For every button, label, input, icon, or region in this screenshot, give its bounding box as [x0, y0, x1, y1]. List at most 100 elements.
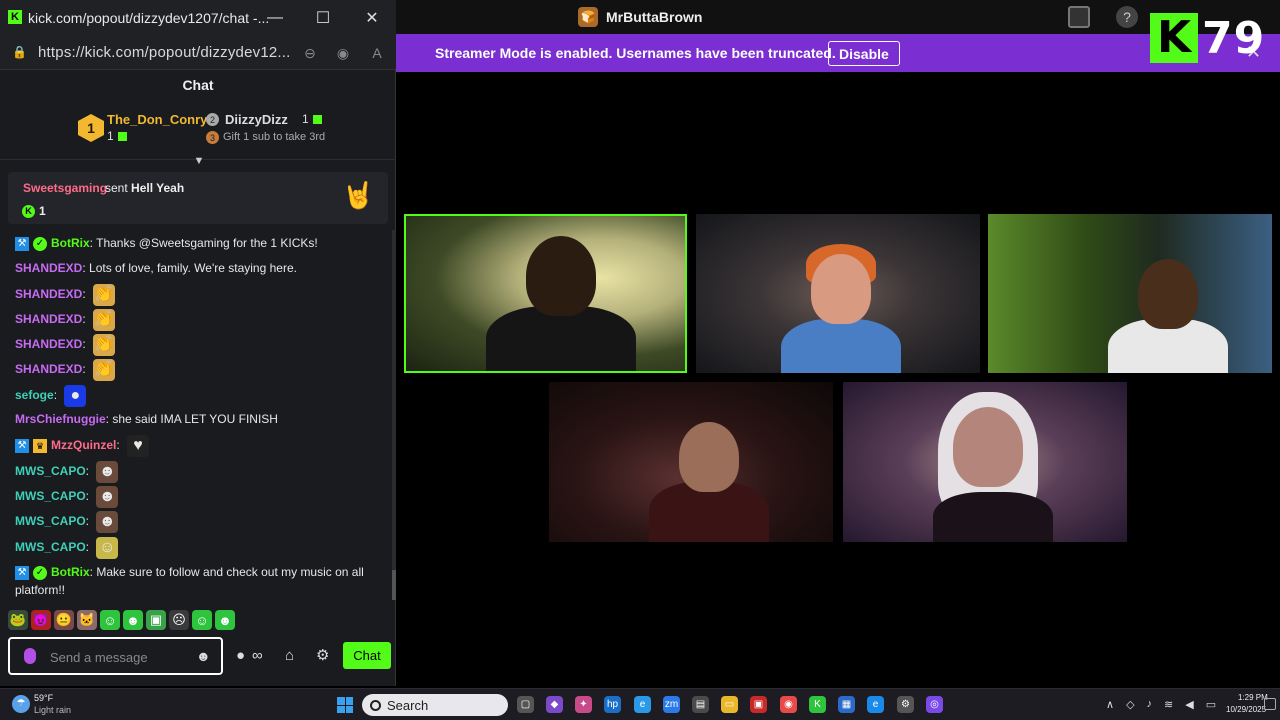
emote-green-tongue-icon[interactable]: ☻	[215, 610, 235, 630]
chat-username[interactable]: SHANDEXD	[15, 362, 82, 376]
edge-browser-icon[interactable]: e	[867, 696, 884, 713]
copilot-icon[interactable]: ✦	[575, 696, 592, 713]
face-emote-icon[interactable]: ☻	[96, 511, 119, 533]
video-tile[interactable]	[549, 382, 833, 542]
settings-gear-icon[interactable]: ⚙	[316, 645, 329, 665]
blue-orb-emote-icon[interactable]: ●	[64, 385, 87, 407]
cat-emote-icon[interactable]: ☺	[96, 537, 119, 559]
taskbar-search[interactable]: Search	[362, 694, 508, 716]
chat-username[interactable]: SHANDEXD	[15, 312, 82, 326]
address-bar[interactable]: 🔒 https://kick.com/popout/dizzydev12... …	[0, 35, 396, 70]
chat-scrollbar[interactable]	[392, 230, 396, 600]
clock-date[interactable]: 10/29/2025	[1226, 705, 1266, 714]
chat-username[interactable]: MWS_CAPO	[15, 514, 86, 528]
chat-username[interactable]: sefoge	[15, 388, 54, 402]
volume-icon[interactable]: ◀	[1185, 698, 1193, 711]
face-emote-icon[interactable]: ☻	[96, 461, 119, 483]
task-view-icon[interactable]: ▢	[517, 696, 534, 713]
chat-username[interactable]: MrsChiefnuggie	[15, 412, 106, 426]
chevron-up-icon[interactable]: ∧	[1106, 698, 1114, 711]
disable-button[interactable]: Disable	[828, 41, 900, 66]
edge-beta-icon[interactable]: e	[634, 696, 651, 713]
video-tile[interactable]	[696, 214, 980, 373]
microphone-icon[interactable]	[24, 648, 36, 664]
video-tile[interactable]	[988, 214, 1272, 373]
chat-separator: :	[82, 287, 90, 302]
chat-username[interactable]: BotRix	[51, 236, 90, 250]
zoom-icon[interactable]: ⊖	[300, 43, 320, 63]
read-aloud-icon[interactable]: A	[367, 43, 387, 63]
face-emote-icon[interactable]: ☻	[96, 486, 119, 508]
collapse-icon[interactable]: ▼	[192, 155, 206, 169]
lock-icon[interactable]: 🔒	[12, 45, 27, 59]
video-tile[interactable]	[404, 214, 687, 373]
emoji-icon[interactable]: ☻	[196, 648, 212, 664]
notification-icon[interactable]	[1264, 698, 1276, 710]
rank-3-prompt[interactable]: Gift 1 sub to take 3rd	[223, 131, 325, 143]
weather-rain-icon[interactable]: ☂	[12, 695, 30, 713]
clap-emote-icon[interactable]: 👏	[93, 334, 116, 356]
scroll-thumb[interactable]	[392, 570, 396, 600]
kick-app-icon[interactable]: K	[809, 696, 826, 713]
emote-cat-icon[interactable]: 🐱	[77, 610, 97, 630]
gift-icon	[312, 115, 322, 125]
maximize-button[interactable]: ☐	[300, 0, 346, 35]
send-chat-button[interactable]: Chat	[343, 642, 391, 669]
search-label: Search	[387, 697, 429, 713]
gift-icon[interactable]: ⌂	[285, 645, 294, 665]
discord-icon[interactable]: ◎	[926, 696, 943, 713]
close-window-button[interactable]: ✕	[349, 0, 395, 35]
emote-glasses-icon[interactable]: ☹	[169, 610, 189, 630]
weather-condition[interactable]: Light rain	[34, 705, 71, 715]
minimize-button[interactable]: —	[252, 0, 298, 35]
pinned-user[interactable]: Sweetsgaming	[23, 181, 107, 195]
hp-icon[interactable]: hp	[604, 696, 621, 713]
message-input-box[interactable]: ☻	[8, 637, 223, 675]
widgets-icon[interactable]: ◆	[546, 696, 563, 713]
chat-username[interactable]: MWS_CAPO	[15, 489, 86, 503]
emote-frog-icon[interactable]: 🐸	[8, 610, 28, 630]
bot-badge-icon: ⚒	[15, 439, 29, 453]
url-text[interactable]: https://kick.com/popout/dizzydev12...	[38, 35, 291, 70]
chat-username[interactable]: MzzQuinzel	[51, 438, 116, 452]
help-icon[interactable]: ?	[1116, 6, 1138, 28]
settings-app-icon[interactable]: ⚙	[897, 696, 914, 713]
chat-username[interactable]: SHANDEXD	[15, 287, 82, 301]
store-icon[interactable]: ▤	[692, 696, 709, 713]
weather-temperature[interactable]: 59°F	[34, 693, 53, 703]
emote-green-laugh-icon[interactable]: ☻	[123, 610, 143, 630]
kicks-icon[interactable]: ●	[236, 645, 245, 665]
mic-tray-icon[interactable]: ♪	[1147, 698, 1153, 711]
leader-1-name[interactable]: The_Don_Conry	[107, 112, 207, 127]
app-icon[interactable]: ▣	[750, 696, 767, 713]
zoom-app-icon[interactable]: zm	[663, 696, 680, 713]
network-icon[interactable]: ◇	[1126, 698, 1134, 711]
chat-username[interactable]: MWS_CAPO	[15, 540, 86, 554]
chat-username[interactable]: SHANDEXD	[15, 261, 82, 275]
theater-mode-icon[interactable]	[1068, 6, 1090, 28]
emote-devil-icon[interactable]: 😈	[31, 610, 51, 630]
tracking-prevention-icon[interactable]: ◉	[333, 43, 353, 63]
maps-pin-icon[interactable]: ◉	[780, 696, 797, 713]
infinity-icon[interactable]: ∞	[252, 645, 263, 665]
chat-username[interactable]: MWS_CAPO	[15, 464, 86, 478]
chat-username[interactable]: SHANDEXD	[15, 337, 82, 351]
emote-face-icon[interactable]: 😐	[54, 610, 74, 630]
video-tile[interactable]	[843, 382, 1127, 542]
clap-emote-icon[interactable]: 👏	[93, 284, 116, 306]
wifi-icon[interactable]: ≋	[1164, 698, 1173, 711]
emote-green-wink-icon[interactable]: ☺	[192, 610, 212, 630]
message-input[interactable]	[50, 645, 190, 669]
heart-emote-icon[interactable]: ♥	[127, 435, 150, 457]
clap-emote-icon[interactable]: 👏	[93, 309, 116, 331]
kick-overlay: K 79	[1150, 8, 1280, 68]
emote-green-smile-icon[interactable]: ☺	[100, 610, 120, 630]
battery-icon[interactable]: ▭	[1206, 698, 1216, 711]
leader-2-name[interactable]: DiizzyDizz	[225, 112, 288, 127]
chat-username[interactable]: BotRix	[51, 565, 90, 579]
file-explorer-icon[interactable]: ▭	[721, 696, 738, 713]
clap-emote-icon[interactable]: 👏	[93, 359, 116, 381]
emote-green-box-icon[interactable]: ▣	[146, 610, 166, 630]
app-window-icon[interactable]: ▦	[838, 696, 855, 713]
windows-start-icon[interactable]	[337, 697, 353, 713]
